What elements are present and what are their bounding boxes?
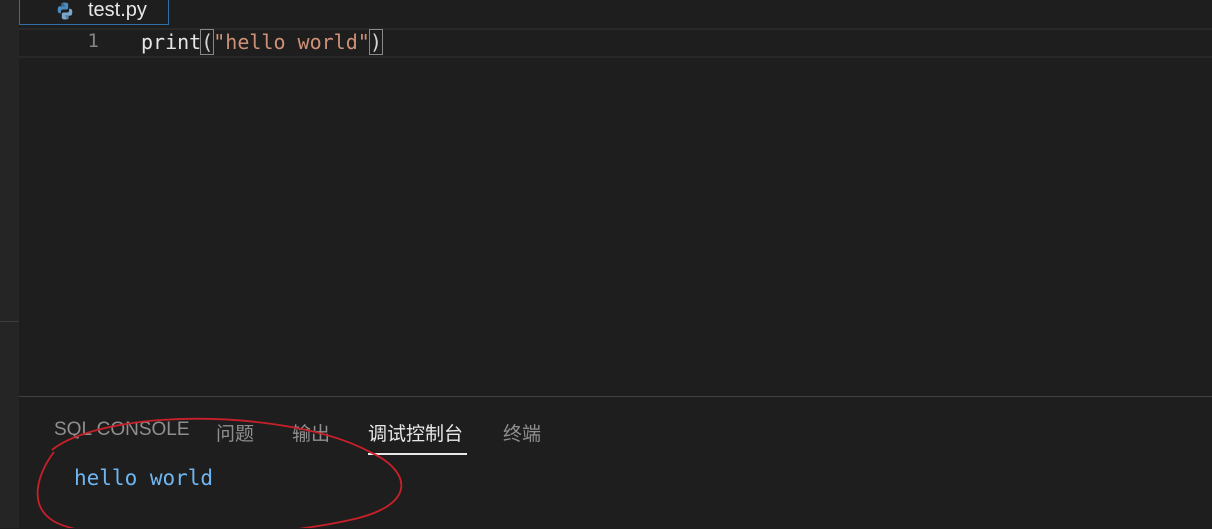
red-ellipse-annotation xyxy=(36,417,403,528)
